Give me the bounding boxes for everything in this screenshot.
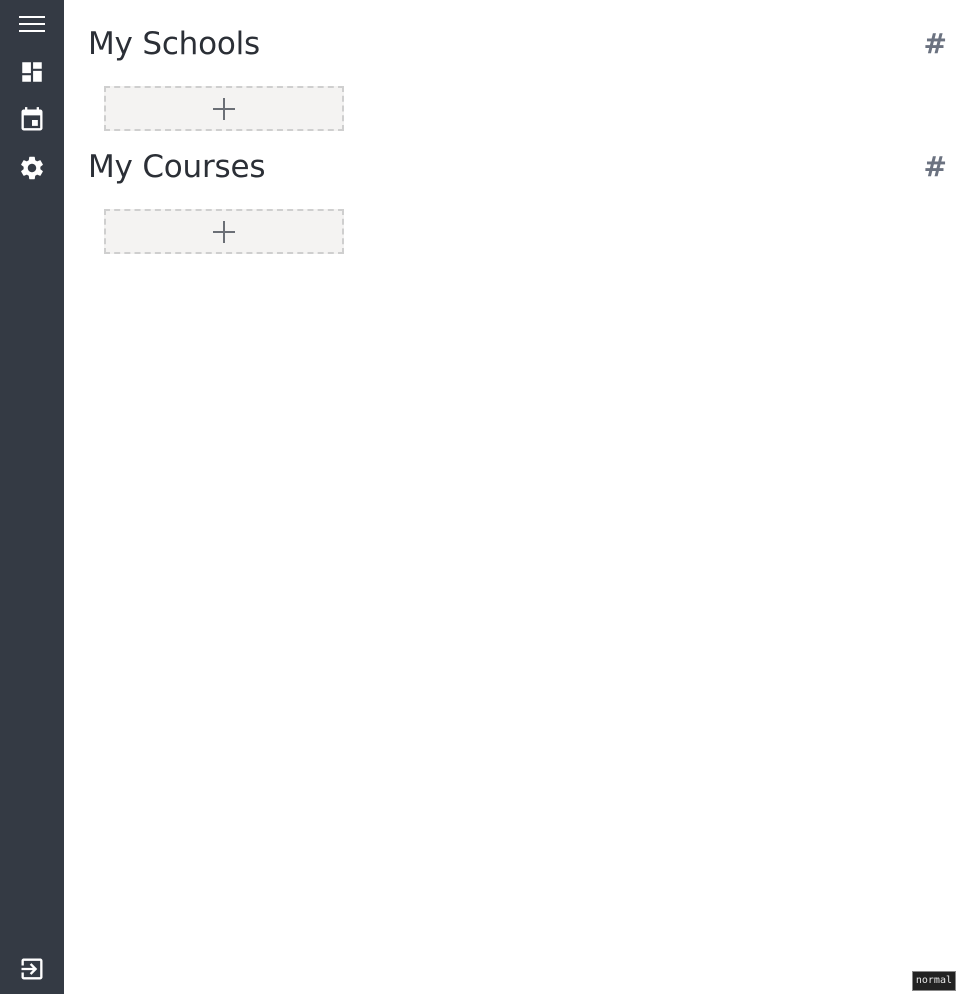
sidebar (0, 0, 64, 994)
schools-heading: My Schools (88, 26, 261, 62)
schools-anchor-link[interactable]: # (924, 24, 947, 64)
courses-heading: My Courses (88, 149, 266, 185)
status-badge: normal (911, 971, 956, 991)
gear-icon (21, 156, 43, 180)
main-content: My Schools # My Courses # (64, 0, 959, 994)
sidebar-item-dashboard[interactable] (8, 48, 56, 96)
dashboard-icon (22, 62, 42, 82)
sidebar-item-settings[interactable] (8, 144, 56, 192)
plus-icon (213, 97, 235, 120)
add-course-button[interactable] (104, 209, 344, 254)
menu-button[interactable] (8, 0, 56, 48)
logout-button[interactable] (8, 945, 56, 993)
sidebar-item-calendar[interactable] (8, 96, 56, 144)
menu-icon (19, 16, 45, 32)
plus-icon (213, 220, 235, 243)
add-school-button[interactable] (104, 86, 344, 131)
courses-anchor-link[interactable]: # (924, 147, 947, 187)
logout-icon (21, 958, 43, 980)
calendar-icon (21, 107, 43, 131)
